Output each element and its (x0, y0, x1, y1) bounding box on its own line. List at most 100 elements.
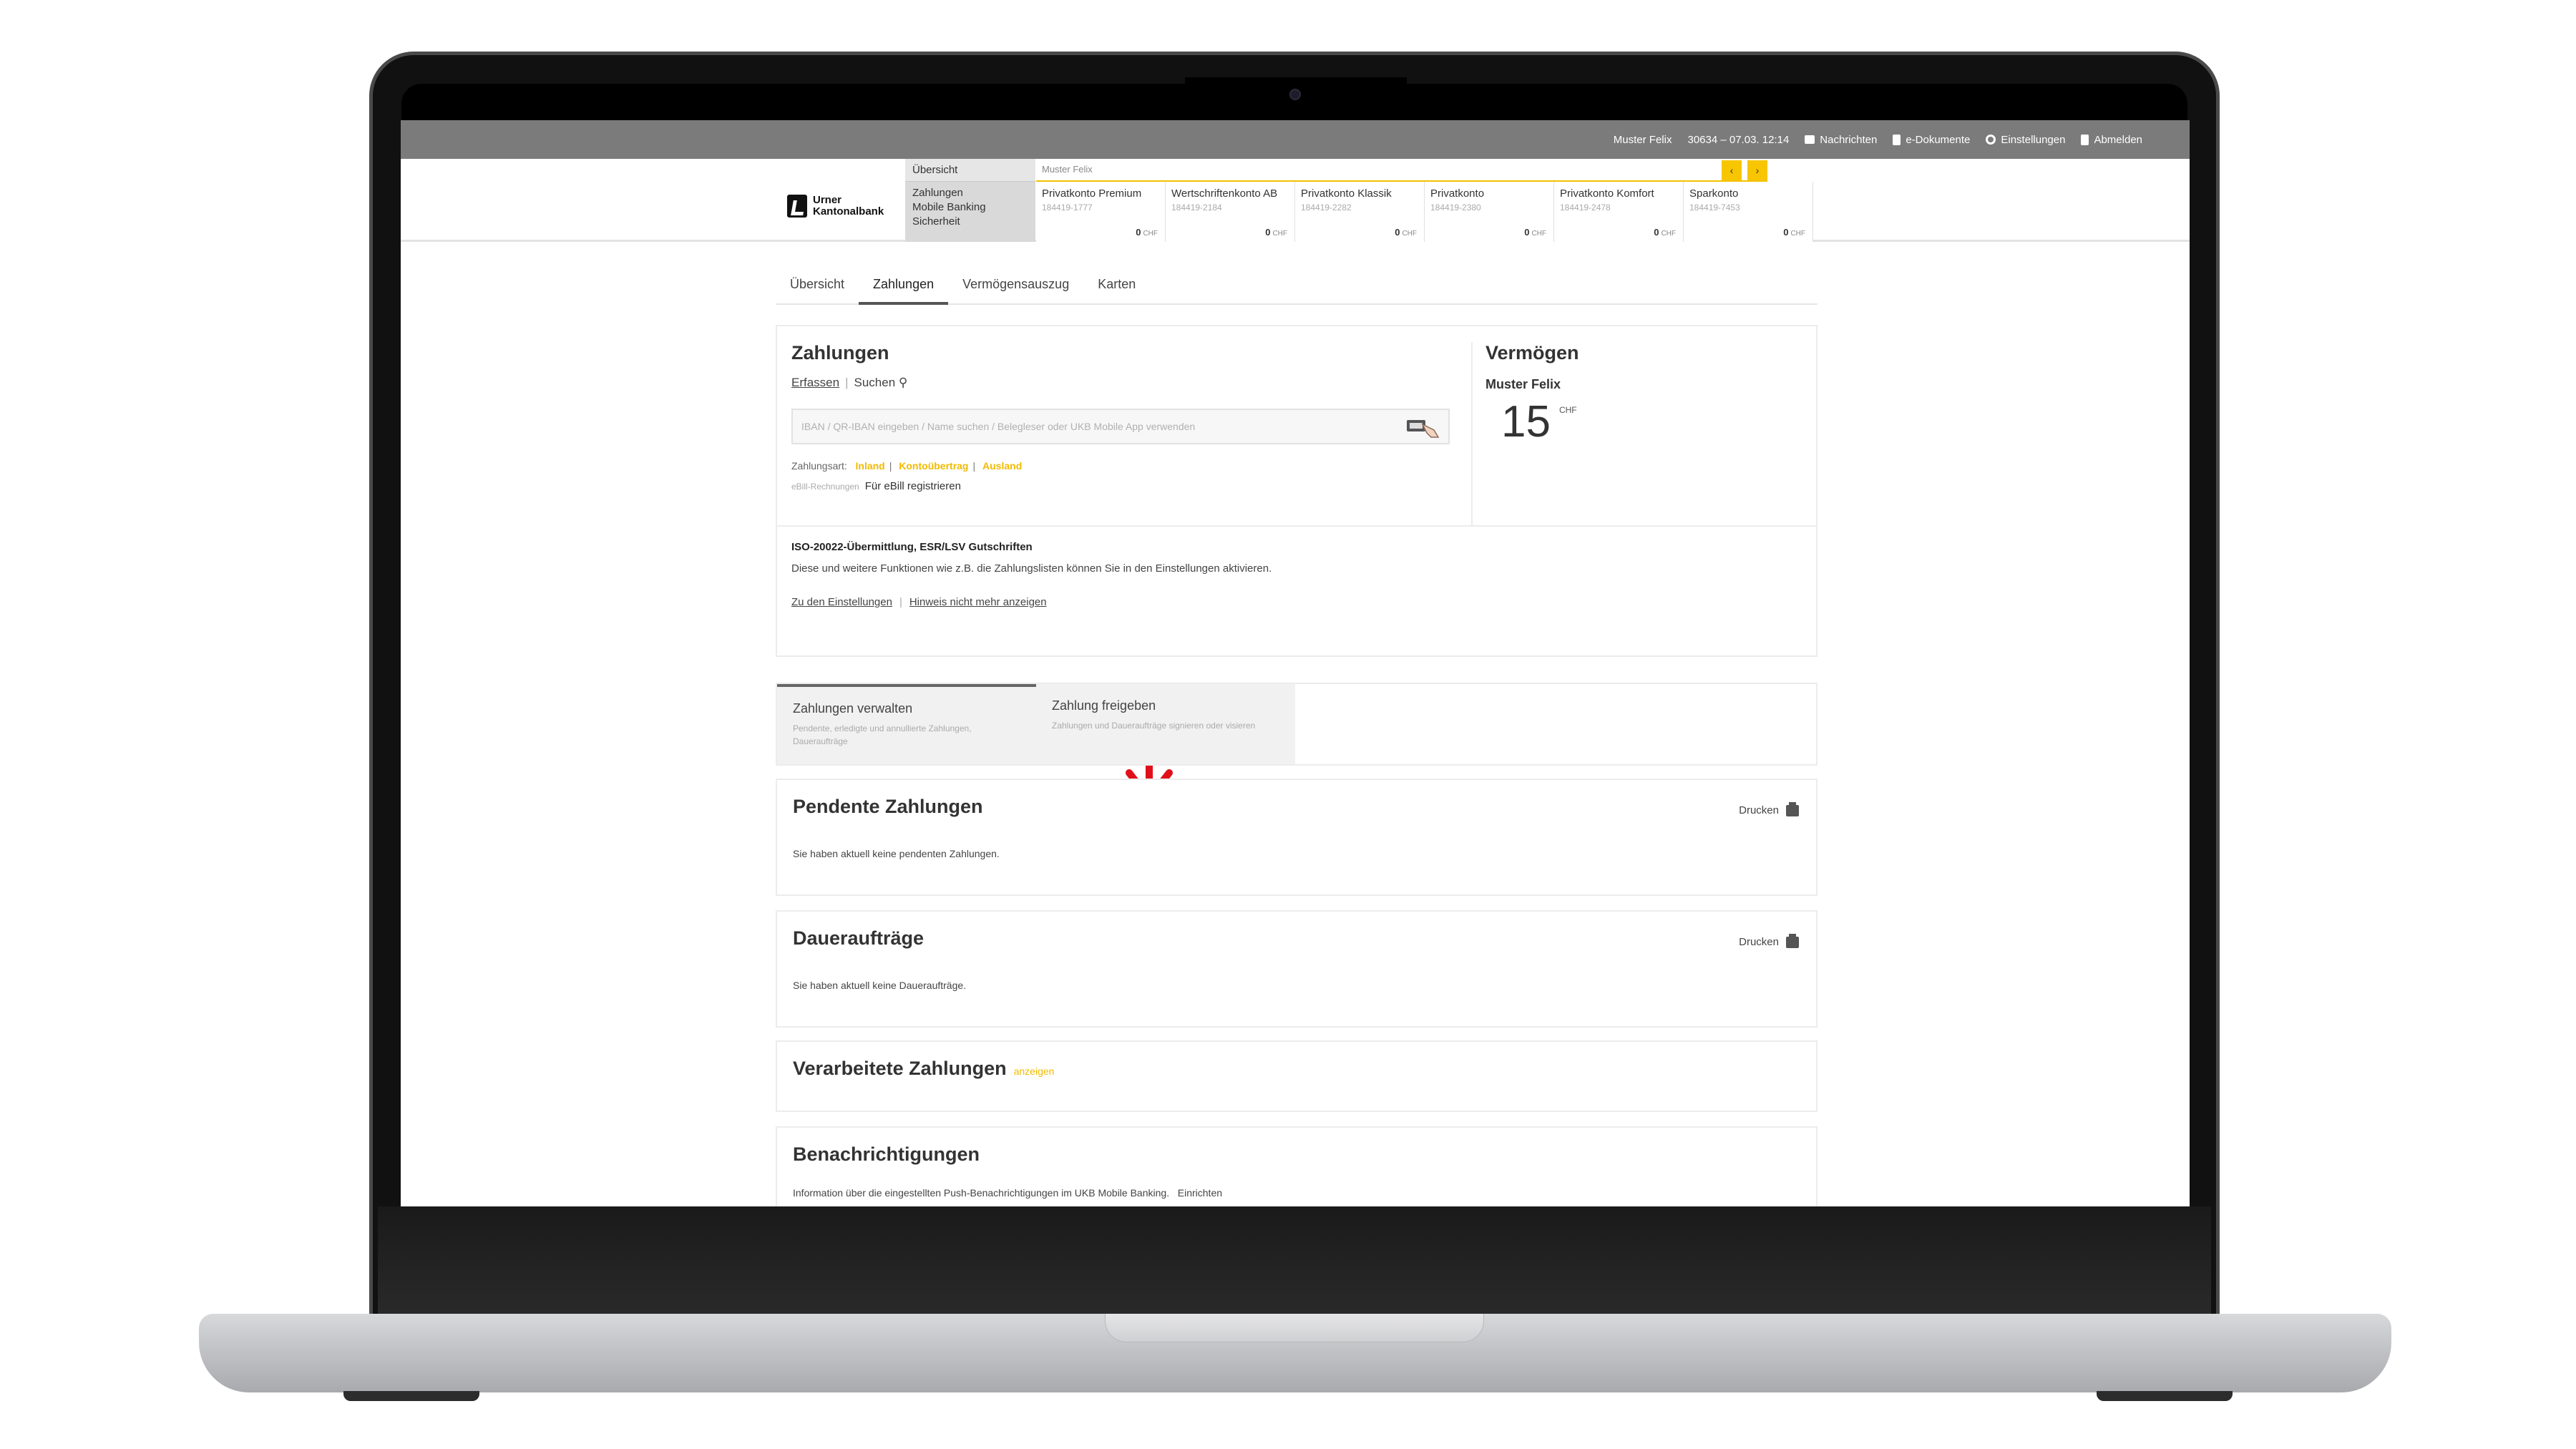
accounts-next-button[interactable]: › (1747, 160, 1767, 180)
camera-icon (1289, 89, 1301, 100)
payment-type-transfer[interactable]: Kontoübertrag (899, 460, 968, 472)
user-name: Muster Felix (1613, 133, 1672, 146)
messages-link[interactable]: Nachrichten (1805, 134, 1877, 146)
tab-payments[interactable]: Zahlungen (859, 266, 949, 305)
search-link[interactable]: Suchen ⚲ (854, 376, 908, 389)
release-payment-desc: Zahlungen und Daueraufträge signieren od… (1052, 721, 1256, 731)
payment-types-label: Zahlungsart: (791, 460, 847, 472)
account-card[interactable]: Wertschriftenkonto AB 184419-2184 0 CHF (1166, 182, 1295, 242)
logout-link[interactable]: Abmelden (2081, 134, 2142, 146)
print-button[interactable]: Drucken (1739, 801, 1799, 816)
settings-link[interactable]: Zu den Einstellungen (791, 596, 892, 608)
payments-links: Erfassen | Suchen ⚲ (791, 376, 1450, 390)
iso-notice: ISO-20022-Übermittlung, ESR/LSV Gutschri… (791, 541, 1579, 608)
standing-orders-card: Daueraufträge Drucken Sie haben aktuell … (776, 910, 1818, 1028)
gear-icon (1986, 135, 1996, 145)
capture-link[interactable]: Erfassen (791, 376, 839, 389)
printer-icon (1786, 801, 1799, 816)
release-payment-tab[interactable]: Zahlung freigeben Zahlungen und Dauerauf… (1036, 684, 1295, 764)
account-name: Privatkonto Klassik (1301, 187, 1392, 200)
account-balance: 0 CHF (1783, 227, 1805, 238)
hide-notice-link[interactable]: Hinweis nicht mehr anzeigen (909, 596, 1047, 608)
settings-link[interactable]: Einstellungen (1986, 134, 2065, 146)
account-name: Sparkonto (1689, 187, 1739, 200)
manage-payments-title: Zahlungen verwalten (793, 701, 913, 716)
iso-notice-text: Diese und weitere Funktionen wie z.B. di… (791, 562, 1272, 575)
account-number: 184419-2184 (1171, 203, 1222, 213)
section-divider (777, 525, 1816, 527)
account-number: 184419-7453 (1689, 203, 1740, 213)
assets-title: Vermögen (1485, 342, 1579, 364)
notifications-message: Information über die eingestellten Push-… (793, 1187, 1800, 1199)
print-label: Drucken (1739, 804, 1779, 816)
balance-value: 0 (1783, 227, 1789, 238)
notifications-text: Information über die eingestellten Push-… (793, 1187, 1170, 1199)
iso-notice-links: Zu den Einstellungen | Hinweis nicht mehr … (791, 596, 1579, 608)
print-label: Drucken (1739, 936, 1779, 948)
balance-currency: CHF (1790, 230, 1805, 238)
logout-label: Abmelden (2094, 133, 2142, 146)
bank-logo-text: Urner Kantonalbank (813, 195, 884, 218)
account-number: 184419-1777 (1042, 203, 1093, 213)
laptop-base-notch (1105, 1314, 1484, 1342)
payment-search-input[interactable] (793, 410, 1408, 443)
pending-payments-card: Pendente Zahlungen Drucken Sie haben akt… (776, 779, 1818, 896)
tab-asset-statement[interactable]: Vermögensauszug (948, 266, 1083, 305)
account-card[interactable]: Sparkonto 184419-7453 0 CHF (1684, 182, 1813, 242)
show-processed-link[interactable]: anzeigen (1014, 1065, 1055, 1077)
pending-payments-title: Pendente Zahlungen (793, 796, 983, 817)
tab-bar: Übersicht Zahlungen Vermögensauszug Kart… (776, 266, 1818, 305)
assets-amount-value: 15 (1501, 397, 1551, 447)
brand-line-1: Urner (813, 194, 842, 206)
account-balance: 0 CHF (1524, 227, 1546, 238)
account-balance: 0 CHF (1265, 227, 1287, 238)
payments-card: Zahlungen Erfassen | Suchen ⚲ Zahlungsart:… (776, 325, 1818, 657)
ebill-row: eBill-Rechnungen Für eBill registrieren (791, 480, 1450, 492)
balance-value: 0 (1265, 227, 1271, 238)
manage-payments-tab[interactable]: Zahlungen verwalten Pendente, erledigte … (777, 684, 1036, 764)
account-card[interactable]: Privatkonto Komfort 184419-2478 0 CHF (1554, 182, 1684, 242)
account-list: Privatkonto Premium 184419-1777 0 CHF Wer… (1036, 182, 1982, 242)
tab-overview[interactable]: Übersicht (776, 266, 859, 305)
menu-item-security[interactable]: Sicherheit (905, 215, 1035, 229)
header: Urner Kantonalbank Übersicht Zahlungen M… (401, 159, 2190, 242)
account-card[interactable]: Privatkonto Premium 184419-1777 0 CHF (1036, 182, 1166, 242)
logout-icon (2081, 134, 2089, 145)
account-card[interactable]: Privatkonto Klassik 184419-2282 0 CHF (1295, 182, 1425, 242)
envelope-icon (1805, 135, 1815, 144)
processed-payments-label: Verarbeitete Zahlungen (793, 1058, 1007, 1079)
menu-item-mobile-banking[interactable]: Mobile Banking (905, 200, 1035, 215)
laptop-hinge (378, 1206, 2211, 1317)
link-separator: | (972, 460, 976, 472)
menu-item-payments[interactable]: Zahlungen (905, 186, 1035, 200)
screen: Muster Felix 30634 – 07.03. 12:14 Nachri… (401, 120, 2190, 1206)
standing-orders-title: Daueraufträge (793, 927, 924, 949)
brand-line-2: Kantonalbank (813, 205, 884, 218)
documents-link[interactable]: e-Dokumente (1893, 134, 1970, 146)
balance-value: 0 (1654, 227, 1659, 238)
bank-logo[interactable]: Urner Kantonalbank (787, 195, 884, 218)
payments-title: Zahlungen (791, 342, 889, 364)
top-bar: Muster Felix 30634 – 07.03. 12:14 Nachri… (401, 120, 2190, 159)
documents-label: e-Dokumente (1906, 133, 1971, 146)
balance-currency: CHF (1531, 230, 1546, 238)
payment-type-abroad[interactable]: Ausland (982, 460, 1022, 472)
notifications-setup-link[interactable]: Einrichten (1178, 1187, 1222, 1199)
payment-types: Zahlungsart: Inland | Kontoübertrag | Ausl… (791, 460, 1450, 472)
account-name: Privatkonto Komfort (1560, 187, 1654, 200)
pending-payments-message: Sie haben aktuell keine pendenten Zahlun… (793, 848, 1000, 859)
laptop-foot (2097, 1391, 2233, 1401)
account-card[interactable]: Privatkonto 184419-2380 0 CHF (1425, 182, 1554, 242)
account-name: Privatkonto (1430, 187, 1485, 200)
account-name: Privatkonto Premium (1042, 187, 1142, 200)
accounts-prev-button[interactable]: ‹ (1722, 160, 1742, 180)
scanner-hand-icon[interactable] (1405, 416, 1444, 439)
release-payment-title: Zahlung freigeben (1052, 698, 1156, 713)
payment-type-domestic[interactable]: Inland (856, 460, 885, 472)
balance-value: 0 (1395, 227, 1400, 238)
ebill-register-link[interactable]: Für eBill registrieren (865, 480, 961, 492)
tab-cards[interactable]: Karten (1083, 266, 1150, 305)
balance-currency: CHF (1143, 230, 1158, 238)
print-button[interactable]: Drucken (1739, 933, 1799, 948)
menu-item-overview[interactable]: Übersicht (905, 159, 1035, 182)
